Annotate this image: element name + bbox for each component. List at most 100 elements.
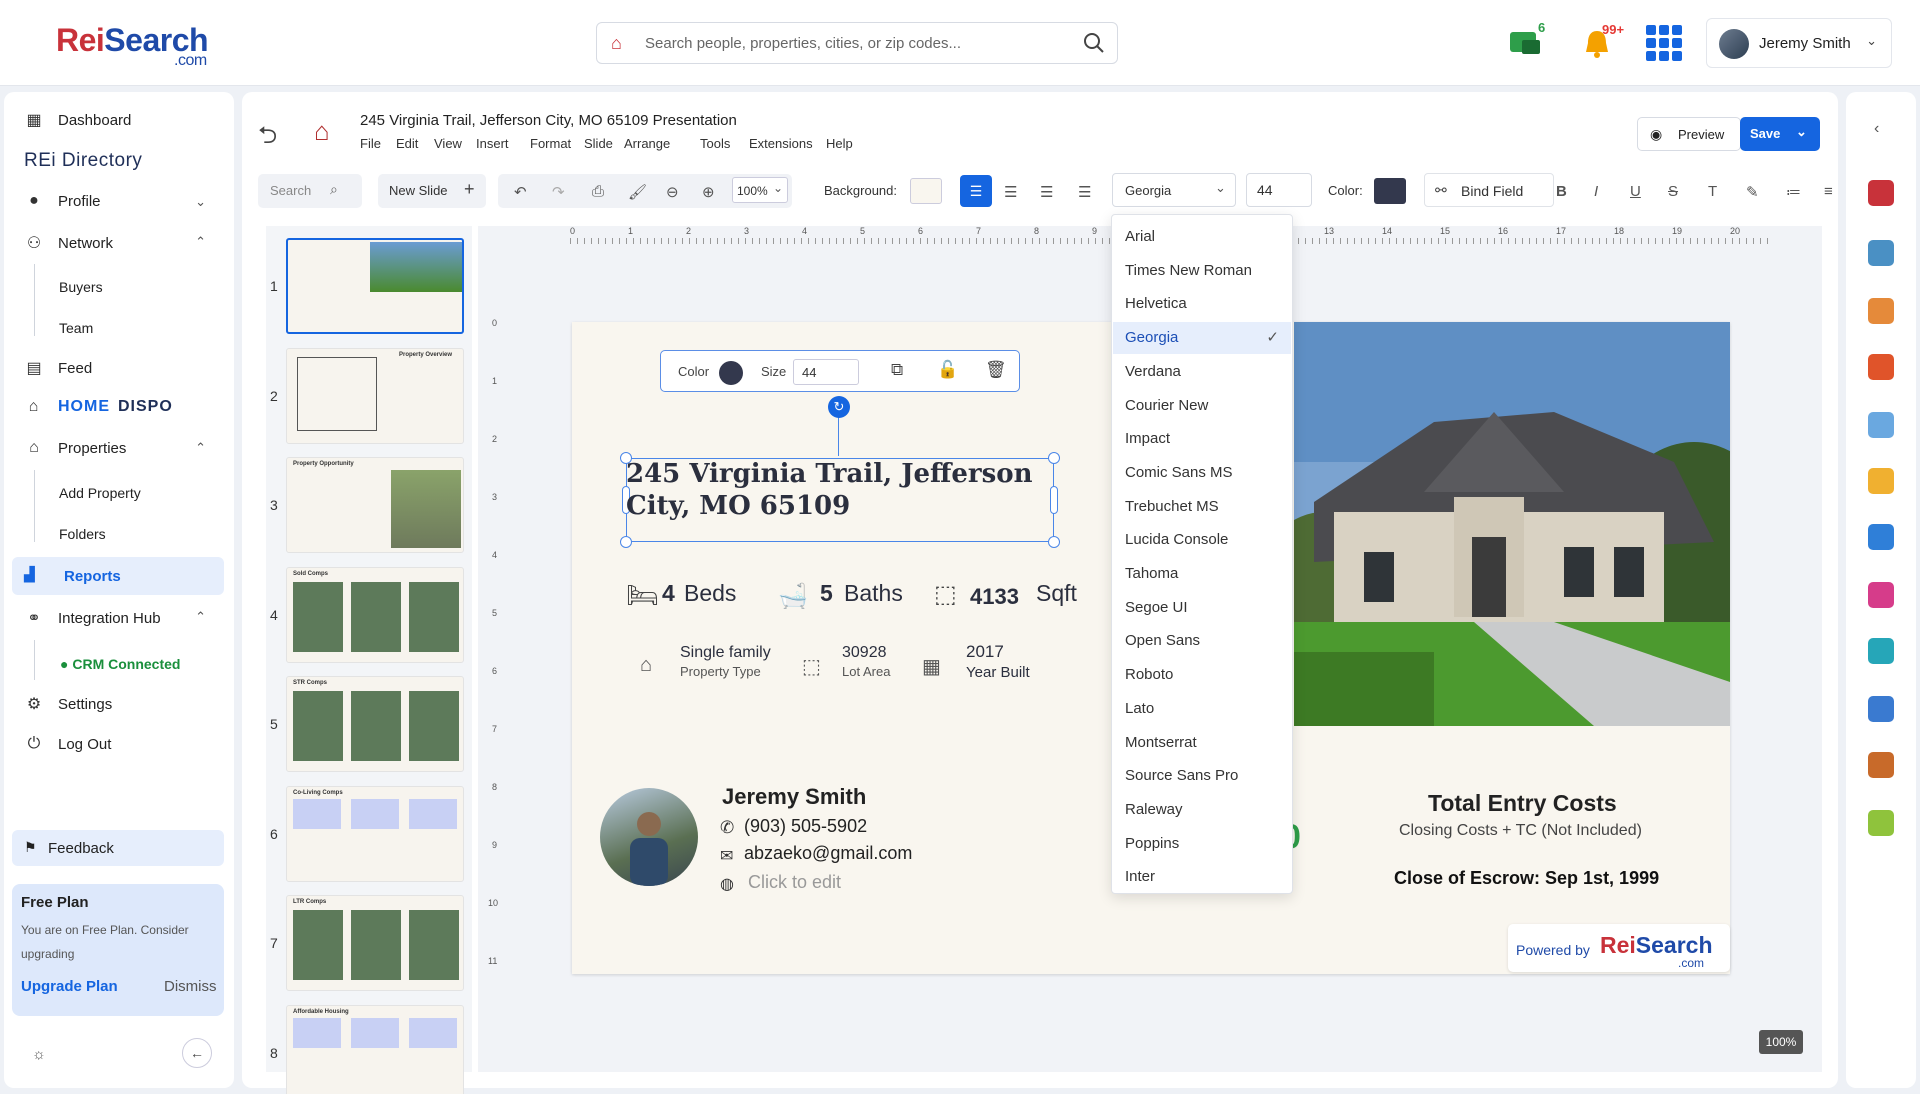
underline-icon[interactable]: U <box>1630 183 1641 200</box>
chevron-left-icon[interactable]: ‹ <box>1874 120 1879 138</box>
image-tool-icon[interactable] <box>1868 240 1894 266</box>
close-of-escrow[interactable]: Close of Escrow: Sep 1st, 1999 <box>1394 868 1659 889</box>
bind-field-button[interactable]: ⚯ Bind Field <box>1424 173 1554 207</box>
undo-icon[interactable]: ↶ <box>514 183 527 201</box>
menu-format[interactable]: Format <box>530 136 571 151</box>
reisearch-logo[interactable]: ReiSearch .com <box>56 22 209 69</box>
font-option-comic-sans-ms[interactable]: Comic Sans MS <box>1113 457 1291 489</box>
font-option-inter[interactable]: Inter <box>1113 861 1291 893</box>
beds-label[interactable]: Beds <box>684 580 736 607</box>
font-option-segoe-ui[interactable]: Segoe UI <box>1113 592 1291 624</box>
slide-address-title[interactable]: 245 Virginia Trail, Jefferson City, MO 6… <box>626 458 1046 522</box>
notifications-icon[interactable]: 99+ <box>1582 22 1624 60</box>
sqft-label[interactable]: Sqft <box>1036 580 1077 607</box>
menu-insert[interactable]: Insert <box>476 136 509 151</box>
float-color-swatch[interactable] <box>719 361 743 385</box>
sidebar-item-integration-hub[interactable]: ⚭ Integration Hub <box>24 608 160 628</box>
back-icon[interactable]: ⮌ <box>258 118 277 159</box>
sidebar-item-folders[interactable]: Folders <box>59 526 106 542</box>
menu-view[interactable]: View <box>434 136 462 151</box>
font-option-raleway[interactable]: Raleway <box>1113 794 1291 826</box>
total-entry-costs-title[interactable]: Total Entry Costs <box>1428 790 1617 817</box>
collapse-sidebar-icon[interactable]: ← <box>182 1038 212 1068</box>
beds-number[interactable]: 4 <box>662 580 675 607</box>
menu-file[interactable]: File <box>360 136 381 151</box>
slide-thumbnail[interactable]: Property Overview <box>286 347 464 444</box>
font-option-roboto[interactable]: Roboto <box>1113 659 1291 691</box>
slide-search-input[interactable]: Search <box>270 183 311 198</box>
resize-handle[interactable] <box>620 536 632 548</box>
slide-thumbnail[interactable]: Property Opportunity <box>286 457 464 553</box>
align-center-icon[interactable]: ☰ <box>1004 183 1017 201</box>
year-built-label[interactable]: Year Built <box>966 664 1030 681</box>
font-option-arial[interactable]: Arial <box>1113 221 1291 253</box>
upgrade-plan-link[interactable]: Upgrade Plan <box>21 978 118 995</box>
slide-thumbnail[interactable]: Co-Living Comps <box>286 785 464 882</box>
text-color-swatch[interactable] <box>1374 178 1406 204</box>
zoom-out-icon[interactable]: ⊖ <box>666 183 679 201</box>
property-tool-icon[interactable] <box>1868 354 1894 380</box>
font-option-georgia[interactable]: Georgia ✓ <box>1113 322 1291 355</box>
save-button[interactable]: Save ⌄ <box>1740 117 1820 151</box>
resize-handle[interactable] <box>1048 452 1060 464</box>
font-option-lucida-console[interactable]: Lucida Console <box>1113 524 1291 556</box>
font-option-verdana[interactable]: Verdana <box>1113 356 1291 388</box>
document-tool-icon[interactable] <box>1868 412 1894 438</box>
font-option-tahoma[interactable]: Tahoma <box>1113 558 1291 590</box>
paint-format-icon[interactable]: 🖌 <box>628 183 647 201</box>
font-option-source-sans-pro[interactable]: Source Sans Pro <box>1113 760 1291 792</box>
highlight-icon[interactable]: ✎ <box>1746 183 1759 201</box>
zoom-in-icon[interactable]: ⊕ <box>702 183 715 201</box>
chevron-up-icon[interactable]: ⌃ <box>195 609 206 625</box>
signature-tool-icon[interactable] <box>1868 696 1894 722</box>
slide-thumbnail[interactable]: Sold Comps <box>286 566 464 663</box>
italic-icon[interactable]: I <box>1594 183 1598 200</box>
baths-number[interactable]: 5 <box>820 580 833 607</box>
sidebar-item-add-property[interactable]: Add Property <box>59 485 141 501</box>
sidebar-item-feed[interactable]: ▤ Feed <box>24 358 92 378</box>
agent-name[interactable]: Jeremy Smith <box>722 784 866 810</box>
font-size-input[interactable]: 44 <box>1246 173 1312 207</box>
chevron-up-icon[interactable]: ⌃ <box>195 234 206 250</box>
trash-icon[interactable]: 🗑 <box>985 360 1007 380</box>
house-tool-icon[interactable] <box>1868 180 1894 206</box>
slide-thumbnail[interactable]: Affordable Housing <box>286 1004 464 1094</box>
redo-icon[interactable]: ↷ <box>552 183 565 201</box>
shapes-tool-icon[interactable] <box>1868 298 1894 324</box>
sidebar-item-profile[interactable]: ● Profile <box>24 192 100 210</box>
sidebar-item-rei-directory[interactable]: REi Directory <box>24 150 142 172</box>
year-built-value[interactable]: 2017 <box>966 642 1004 662</box>
apps-grid-icon[interactable] <box>1645 24 1683 62</box>
menu-slide[interactable]: Slide <box>584 136 613 151</box>
lot-area-label[interactable]: Lot Area <box>842 664 890 679</box>
text-style-icon[interactable]: T <box>1708 183 1717 200</box>
sidebar-item-reports[interactable]: ▟ Reports <box>12 557 224 595</box>
apps-tool-icon[interactable] <box>1868 524 1894 550</box>
slide-thumbnail[interactable]: STR Comps <box>286 676 464 772</box>
font-option-helvetica[interactable]: Helvetica <box>1113 288 1291 320</box>
lot-area-value[interactable]: 30928 <box>842 644 887 662</box>
bold-icon[interactable]: B <box>1556 183 1567 200</box>
unlock-icon[interactable]: 🔓 <box>937 360 958 380</box>
menu-edit[interactable]: Edit <box>396 136 418 151</box>
bar-chart-tool-icon[interactable] <box>1868 468 1894 494</box>
bullet-list-icon[interactable]: ≔ <box>1786 183 1801 201</box>
sidebar-item-properties[interactable]: ⌂ Properties <box>24 439 126 457</box>
font-family-select[interactable]: Georgia ⌄ <box>1112 173 1236 207</box>
chevron-down-icon[interactable]: ⌄ <box>195 194 206 210</box>
agent-email[interactable]: abzaeko@gmail.com <box>744 843 912 864</box>
agent-photo[interactable] <box>600 788 698 886</box>
font-option-poppins[interactable]: Poppins <box>1113 828 1291 860</box>
total-entry-costs-subtitle[interactable]: Closing Costs + TC (Not Included) <box>1399 822 1642 840</box>
font-option-times-new-roman[interactable]: Times New Roman <box>1113 255 1291 287</box>
justify-icon[interactable]: ☰ <box>1078 183 1091 201</box>
menu-help[interactable]: Help <box>826 136 853 151</box>
search-input[interactable]: Search people, properties, cities, or zi… <box>645 35 961 52</box>
slide-search[interactable]: Search ⌕ <box>258 174 362 208</box>
numbered-list-icon[interactable]: ≡ <box>1824 183 1833 200</box>
font-option-courier-new[interactable]: Courier New <box>1113 390 1291 422</box>
sidebar-item-home-dispo[interactable]: ⌂ HOME DISPO <box>24 398 173 416</box>
feedback-button[interactable]: ⚑ Feedback <box>12 830 224 866</box>
alert-tool-icon[interactable] <box>1868 638 1894 664</box>
menu-arrange[interactable]: Arrange <box>624 136 670 151</box>
